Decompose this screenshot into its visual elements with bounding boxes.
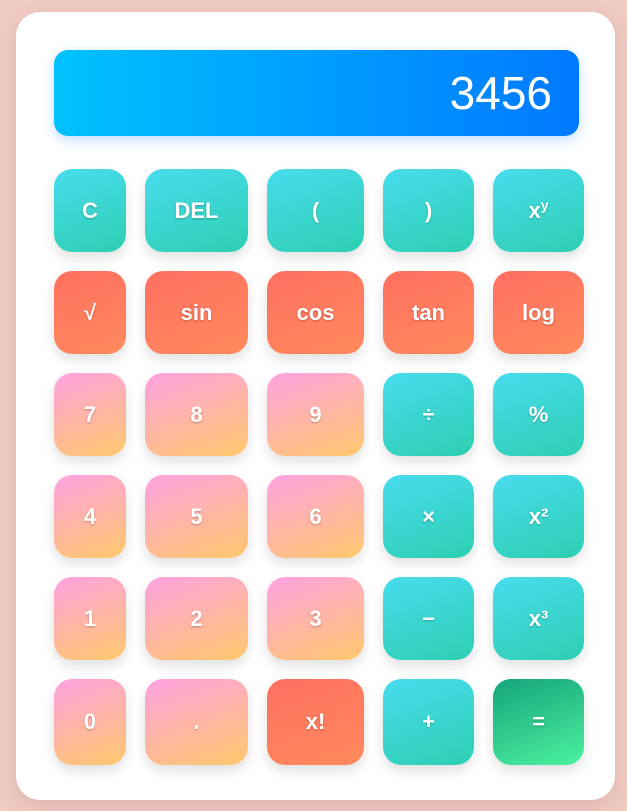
equals-button[interactable]: = <box>493 679 584 765</box>
digit-4-label: 4 <box>83 503 97 529</box>
add-label: + <box>422 709 435 734</box>
subtract-button[interactable]: − <box>383 577 474 660</box>
divide-button[interactable]: ÷ <box>383 373 474 456</box>
clear-button[interactable]: C <box>54 169 126 252</box>
digit-7-label: 7 <box>83 401 97 427</box>
sin-button[interactable]: sin <box>145 271 248 354</box>
decimal-label: . <box>193 709 200 734</box>
digit-6-button[interactable]: 6 <box>267 475 364 558</box>
digit-0-label: 0 <box>83 709 97 734</box>
subtract-label: − <box>422 605 435 631</box>
factorial-label: x! <box>305 709 326 734</box>
power-label: x <box>528 197 541 223</box>
multiply-label: × <box>422 503 435 529</box>
decimal-button[interactable]: . <box>145 679 248 765</box>
digit-1-button[interactable]: 1 <box>54 577 126 660</box>
equals-label: = <box>532 709 545 734</box>
calculator-display: 3456 <box>54 50 579 136</box>
cube-button[interactable]: x³ <box>493 577 584 660</box>
percent-label: % <box>528 401 549 427</box>
factorial-button[interactable]: x! <box>267 679 364 765</box>
divide-label: ÷ <box>422 401 435 427</box>
clear-label: C <box>82 197 98 223</box>
sqrt-label: √ <box>83 299 97 325</box>
digit-5-label: 5 <box>190 503 203 529</box>
open-paren-button[interactable]: ( <box>267 169 364 252</box>
digit-8-label: 8 <box>190 401 203 427</box>
digit-8-button[interactable]: 8 <box>145 373 248 456</box>
square-label: x² <box>528 503 549 529</box>
open-paren-label: ( <box>311 197 320 223</box>
digit-4-button[interactable]: 4 <box>54 475 126 558</box>
cos-button[interactable]: cos <box>267 271 364 354</box>
log-button[interactable]: log <box>493 271 584 354</box>
digit-1-label: 1 <box>83 605 97 631</box>
calculator-card: 3456 C DEL () x y √ sin cos tan log 7 8 9 ÷% 4 5 6 × x² 1 2 3… <box>16 12 615 800</box>
percent-button[interactable]: % <box>493 373 584 456</box>
tan-label: tan <box>412 299 445 325</box>
digit-3-label: 3 <box>309 605 322 631</box>
digit-7-button[interactable]: 7 <box>54 373 126 456</box>
keypad: C DEL () x y √ sin cos tan log 7 8 9 ÷% 4 5 6 × x² 1 2 3 − x³ 0.… <box>54 169 584 765</box>
digit-3-button[interactable]: 3 <box>267 577 364 660</box>
power-superscript: y <box>540 196 549 213</box>
sqrt-button[interactable]: √ <box>54 271 126 354</box>
tan-button[interactable]: tan <box>383 271 474 354</box>
delete-button[interactable]: DEL <box>145 169 248 252</box>
digit-9-button[interactable]: 9 <box>267 373 364 456</box>
add-button[interactable]: + <box>383 679 474 765</box>
digit-6-label: 6 <box>309 503 322 529</box>
close-paren-button[interactable]: ) <box>383 169 474 252</box>
cube-label: x³ <box>528 605 549 631</box>
sin-label: sin <box>180 299 213 325</box>
power-button[interactable]: xy <box>493 169 584 252</box>
close-paren-label: ) <box>424 197 433 223</box>
digit-9-label: 9 <box>309 401 322 427</box>
digit-5-button[interactable]: 5 <box>145 475 248 558</box>
digit-2-label: 2 <box>190 605 203 631</box>
display-value: 3456 <box>449 67 552 119</box>
log-label: log <box>522 299 555 325</box>
delete-label: DEL <box>174 197 219 223</box>
digit-0-button[interactable]: 0 <box>54 679 126 765</box>
square-button[interactable]: x² <box>493 475 584 558</box>
digit-2-button[interactable]: 2 <box>145 577 248 660</box>
multiply-button[interactable]: × <box>383 475 474 558</box>
cos-label: cos <box>296 299 335 325</box>
